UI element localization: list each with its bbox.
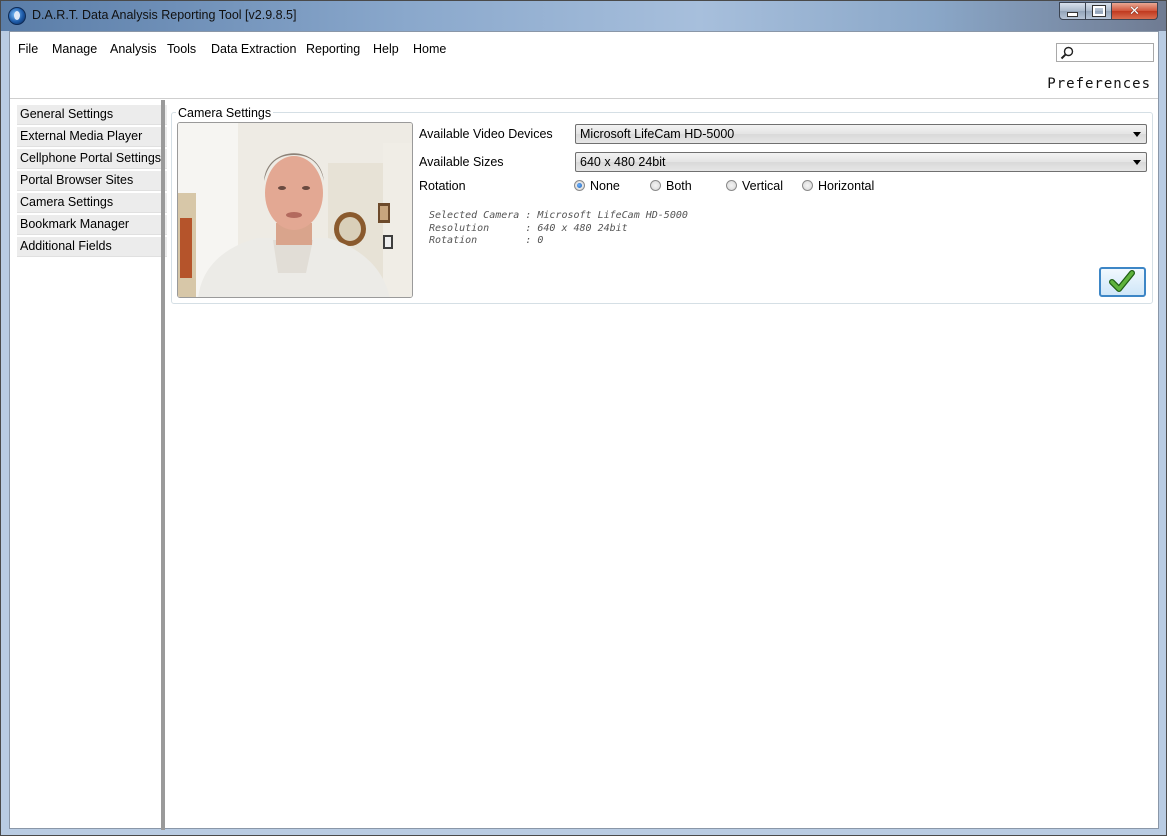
video-devices-value: Microsoft LifeCam HD-5000 xyxy=(580,127,735,141)
chevron-down-icon xyxy=(1133,160,1141,165)
search-icon xyxy=(1060,46,1074,60)
window-title: D.A.R.T. Data Analysis Reporting Tool [v… xyxy=(32,8,297,22)
info-rotation-line: Rotation : 0 xyxy=(429,235,544,246)
close-icon: ✕ xyxy=(1129,3,1140,19)
sidebar-item-bookmark-manager[interactable]: Bookmark Manager xyxy=(17,215,167,235)
menu-reporting[interactable]: Reporting xyxy=(306,42,360,56)
sidebar-item-external-media-player[interactable]: External Media Player xyxy=(17,127,167,147)
main-client-area: File Manage Analysis Tools Data Extracti… xyxy=(9,31,1159,830)
window-controls: ✕ xyxy=(1059,2,1158,21)
video-devices-select[interactable]: Microsoft LifeCam HD-5000 xyxy=(575,124,1147,144)
sidebar-item-general-settings[interactable]: General Settings xyxy=(17,105,167,125)
available-sizes-value: 640 x 480 24bit xyxy=(580,155,666,169)
available-sizes-label: Available Sizes xyxy=(419,155,504,169)
rotation-vertical-radio[interactable] xyxy=(726,180,737,191)
panel-splitter[interactable] xyxy=(161,100,165,830)
sidebar-item-cellphone-portal-settings[interactable]: Cellphone Portal Settings xyxy=(17,149,167,169)
rotation-both-radio[interactable] xyxy=(650,180,661,191)
close-button[interactable]: ✕ xyxy=(1112,2,1158,20)
preferences-sidebar: General Settings External Media Player C… xyxy=(17,105,167,259)
page-title: Preferences xyxy=(1047,76,1151,92)
minimize-button[interactable] xyxy=(1059,2,1086,20)
info-resolution-line: Resolution : 640 x 480 24bit xyxy=(429,222,628,234)
menu-analysis[interactable]: Analysis xyxy=(110,42,157,56)
menu-tools[interactable]: Tools xyxy=(167,42,196,56)
app-logo-icon xyxy=(8,7,26,25)
minimize-icon xyxy=(1067,11,1078,17)
info-camera-line: Selected Camera : Microsoft LifeCam HD-5… xyxy=(429,210,688,221)
chevron-down-icon xyxy=(1133,132,1141,137)
rotation-label: Rotation xyxy=(419,179,466,193)
rotation-both-label[interactable]: Both xyxy=(666,179,692,193)
sidebar-item-additional-fields[interactable]: Additional Fields xyxy=(17,237,167,257)
search-input[interactable] xyxy=(1056,43,1154,62)
menu-home[interactable]: Home xyxy=(413,42,446,56)
maximize-icon xyxy=(1091,5,1106,17)
rotation-horizontal-label[interactable]: Horizontal xyxy=(818,179,874,193)
apply-button[interactable] xyxy=(1099,267,1146,297)
menu-manage[interactable]: Manage xyxy=(52,42,97,56)
title-bar[interactable]: D.A.R.T. Data Analysis Reporting Tool [v… xyxy=(1,1,1166,31)
checkmark-icon xyxy=(1109,270,1135,292)
app-window: D.A.R.T. Data Analysis Reporting Tool [v… xyxy=(0,0,1167,836)
available-sizes-select[interactable]: 640 x 480 24bit xyxy=(575,152,1147,172)
rotation-vertical-label[interactable]: Vertical xyxy=(742,179,783,193)
camera-preview-image xyxy=(178,123,412,297)
sidebar-item-camera-settings[interactable]: Camera Settings xyxy=(17,193,167,213)
sidebar-item-portal-browser-sites[interactable]: Portal Browser Sites xyxy=(17,171,167,191)
menu-file[interactable]: File xyxy=(18,42,38,56)
header-divider xyxy=(10,98,1158,99)
menu-data-extraction[interactable]: Data Extraction xyxy=(211,42,296,56)
camera-info-readout: Selected Camera : Microsoft LifeCam HD-5… xyxy=(429,210,688,248)
rotation-none-radio[interactable] xyxy=(574,180,585,191)
video-devices-label: Available Video Devices xyxy=(419,127,553,141)
menu-bar: File Manage Analysis Tools Data Extracti… xyxy=(10,32,1158,68)
camera-settings-group-label: Camera Settings xyxy=(176,106,274,120)
rotation-none-label[interactable]: None xyxy=(590,179,620,193)
maximize-button[interactable] xyxy=(1086,2,1112,20)
camera-preview xyxy=(177,122,413,298)
rotation-horizontal-radio[interactable] xyxy=(802,180,813,191)
menu-help[interactable]: Help xyxy=(373,42,399,56)
